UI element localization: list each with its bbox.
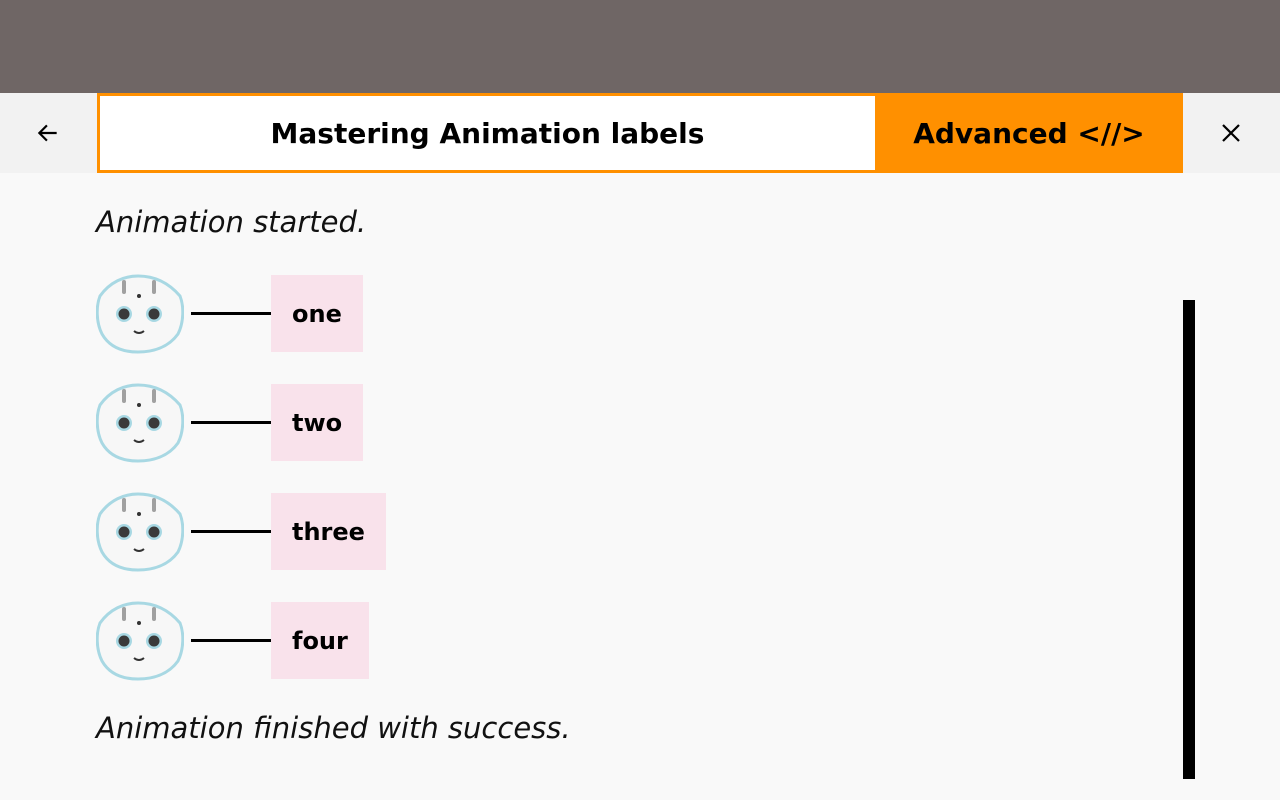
- back-button[interactable]: [0, 93, 96, 173]
- connector-line: [191, 421, 271, 424]
- connector-line: [191, 530, 271, 533]
- robot-face-icon: [96, 383, 184, 463]
- close-button[interactable]: [1183, 93, 1279, 173]
- advanced-mode-badge[interactable]: Advanced <//>: [875, 93, 1183, 173]
- robot-face-icon: [96, 492, 184, 572]
- close-icon: [1222, 124, 1240, 142]
- system-status-bar: [0, 0, 1280, 93]
- top-app-bar: Mastering Animation labels Advanced <//>: [0, 93, 1280, 173]
- label-row: two: [96, 383, 496, 463]
- label-row: one: [96, 274, 496, 354]
- connector-line: [191, 639, 271, 642]
- label-row: three: [96, 492, 496, 572]
- animation-label-chip: one: [271, 275, 363, 352]
- animation-label-chip: two: [271, 384, 364, 461]
- animation-label-chip: four: [271, 602, 369, 679]
- page-title: Mastering Animation labels: [97, 93, 875, 173]
- arrow-left-icon: [37, 124, 57, 142]
- scrollbar[interactable]: [1183, 300, 1195, 779]
- animation-started-message: Animation started.: [96, 205, 367, 239]
- animation-label-chip: three: [271, 493, 386, 570]
- robot-face-icon: [96, 601, 184, 681]
- robot-face-icon: [96, 274, 184, 354]
- label-row: four: [96, 601, 496, 681]
- connector-line: [191, 312, 271, 315]
- animation-log: Animation started. one two three four An…: [0, 173, 1280, 800]
- animation-finished-message: Animation finished with success.: [96, 711, 571, 745]
